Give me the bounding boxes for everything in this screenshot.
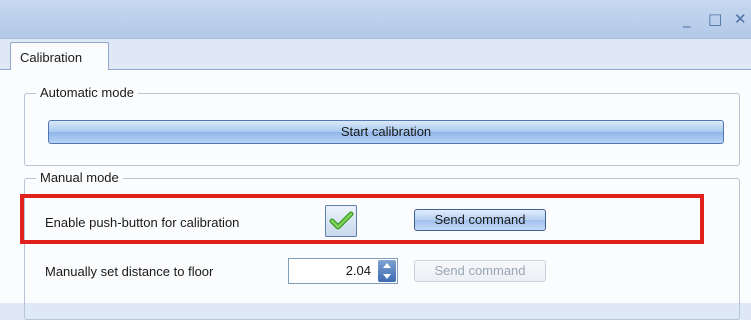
tab-calibration[interactable]: Calibration <box>10 42 109 70</box>
automatic-mode-group: Automatic mode Start calibration <box>24 85 740 166</box>
distance-stepper[interactable]: 2.04 <box>288 258 398 284</box>
distance-value: 2.04 <box>345 263 371 278</box>
start-calibration-button[interactable]: Start calibration <box>48 120 724 144</box>
close-icon[interactable]: ✕ <box>734 12 747 27</box>
maximize-icon[interactable]: □ <box>708 12 722 27</box>
chevron-up-icon[interactable] <box>378 260 396 271</box>
stepper-buttons <box>378 260 396 282</box>
automatic-mode-title: Automatic mode <box>36 85 138 101</box>
window-titlebar: _ □ ✕ <box>0 0 751 39</box>
distance-label: Manually set distance to floor <box>45 264 214 279</box>
manual-mode-title: Manual mode <box>36 170 123 186</box>
send-distance-button: Send command <box>414 260 546 282</box>
calibration-panel: Automatic mode Start calibration Manual … <box>0 69 751 320</box>
highlight-box <box>20 194 704 244</box>
chevron-down-icon[interactable] <box>378 271 396 282</box>
minimize-icon[interactable]: _ <box>683 12 691 27</box>
